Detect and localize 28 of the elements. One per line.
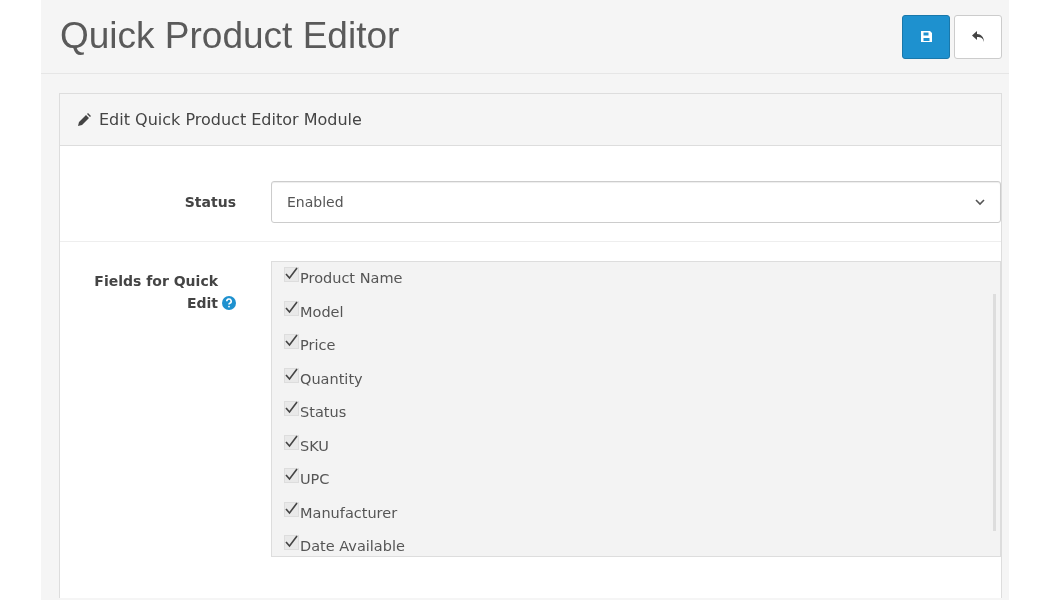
checkbox-label: Product Name <box>300 269 403 288</box>
checkbox[interactable] <box>284 300 299 316</box>
checkbox-label: Price <box>300 336 336 355</box>
panel-title: Edit Quick Product Editor Module <box>99 108 362 131</box>
checkbox[interactable] <box>284 468 299 483</box>
field-label: Status <box>184 193 236 210</box>
page-title: Quick Product Editor <box>60 14 400 59</box>
curved-arrow-icon <box>970 30 986 43</box>
checkbox[interactable] <box>284 535 299 550</box>
checkbox-label: Status <box>300 403 347 422</box>
help-icon[interactable] <box>222 296 236 310</box>
pencil-icon <box>77 112 91 127</box>
status-select[interactable]: Enabled <box>271 181 1001 223</box>
checkbox-label: SKU <box>300 436 329 456</box>
checkbox[interactable] <box>284 501 299 517</box>
checkbox-label: UPC <box>300 470 330 489</box>
checkbox[interactable] <box>284 434 299 450</box>
checkbox-label: Model <box>300 302 344 322</box>
save-button[interactable] <box>902 14 950 59</box>
checkbox[interactable] <box>284 267 299 282</box>
checkbox-label: Manufacturer <box>300 503 398 523</box>
checkbox-label: Quantity <box>300 369 363 389</box>
chevron-icon <box>975 198 985 206</box>
checkbox[interactable] <box>284 367 299 383</box>
field-label: Fields for Quick Edit <box>93 272 218 313</box>
checkbox[interactable] <box>284 401 299 416</box>
checkbox[interactable] <box>284 334 299 349</box>
checkbox-label: Date Available <box>300 537 405 556</box>
